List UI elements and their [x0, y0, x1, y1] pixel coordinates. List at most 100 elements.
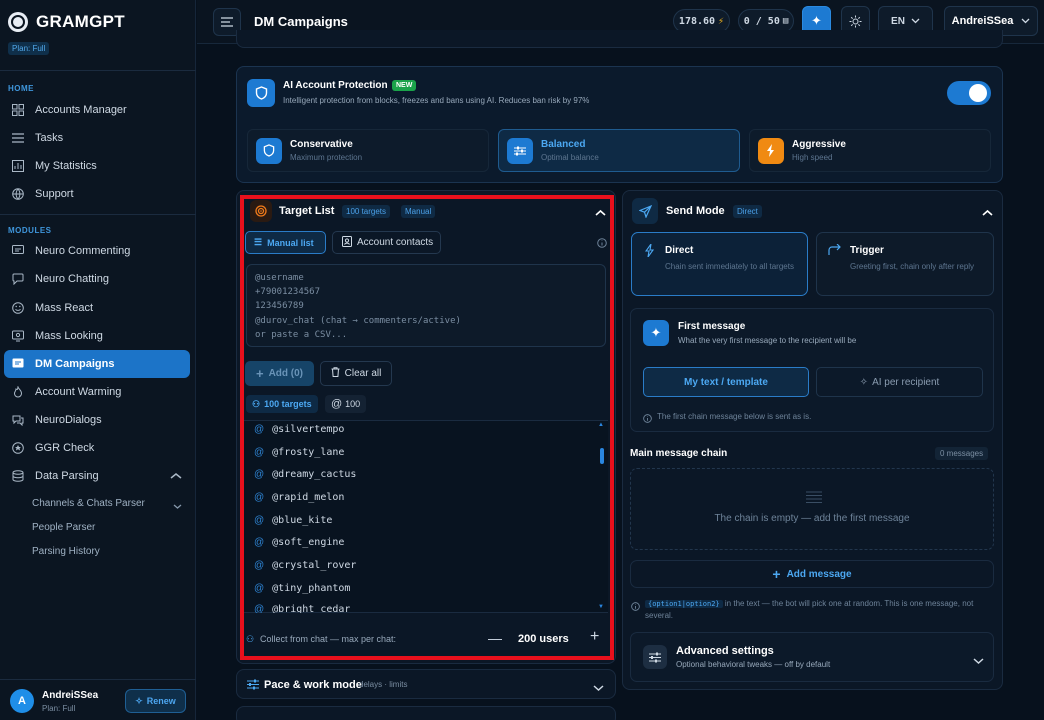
tab-my-text-template[interactable]: My text / template: [643, 367, 809, 397]
sidebar-item-label: Data Parsing: [35, 470, 99, 482]
sparkle-icon: ✧: [859, 376, 869, 388]
placeholder-line: @username: [255, 273, 304, 283]
lightning-icon: ⚡: [718, 15, 725, 27]
plus-icon: +: [255, 366, 264, 381]
tab-manual-list[interactable]: ☰ Manual list: [245, 231, 326, 254]
sidebar-item-neuro-commenting[interactable]: Neuro Commenting: [4, 237, 190, 265]
target-username: @crystal_rover: [272, 560, 357, 571]
chevron-up-icon[interactable]: [982, 206, 993, 220]
protection-toggle[interactable]: [947, 81, 991, 105]
sidebar-item-tasks[interactable]: Tasks: [4, 124, 190, 152]
sidebar-subitem-people-parser[interactable]: People Parser: [32, 522, 95, 533]
renew-button[interactable]: ✧ Renew: [125, 689, 186, 713]
protection-description: Intelligent protection from blocks, free…: [283, 96, 590, 105]
add-message-button[interactable]: + Add message: [630, 560, 994, 588]
sidebar-item-label: Tasks: [35, 132, 64, 144]
mode-title: Balanced: [541, 139, 586, 150]
plus-icon: +: [772, 566, 781, 582]
list-item[interactable]: @ @silvertempo: [254, 424, 344, 435]
tab-label: Manual list: [267, 237, 314, 248]
sidebar-item-label: Accounts Manager: [35, 104, 127, 116]
scrollbar-thumb[interactable]: [600, 448, 604, 464]
list-item[interactable]: @ @frosty_lane: [254, 447, 344, 458]
list-item[interactable]: @ @tiny_phantom: [254, 583, 350, 594]
pace-title: Pace & work mode: [264, 679, 362, 691]
avatar[interactable]: A: [10, 689, 34, 713]
sidebar-item-label: Mass React: [35, 302, 94, 314]
sidebar-subitem-parsing-history[interactable]: Parsing History: [32, 546, 100, 557]
send-icon: [632, 198, 658, 224]
sidebar-item-accounts-manager[interactable]: Accounts Manager: [4, 96, 190, 124]
targets-textarea[interactable]: @username +79001234567 123456789 @durov_…: [246, 264, 606, 347]
renew-label: Renew: [146, 696, 176, 706]
chip-label: 100: [345, 399, 361, 409]
chart-icon: [11, 159, 25, 173]
sidebar-item-neuro-chatting[interactable]: Neuro Chatting: [4, 265, 190, 293]
mode-option-balanced[interactable]: Balanced Optimal balance: [498, 129, 740, 172]
placeholder-line: or paste a CSV...: [255, 329, 348, 340]
sidebar-subitem-channels-parser[interactable]: Channels & Chats Parser: [32, 498, 145, 509]
list-item[interactable]: @ @soft_engine: [254, 537, 344, 548]
chevron-up-icon[interactable]: [170, 470, 182, 484]
list-item[interactable]: @ @crystal_rover: [254, 560, 356, 571]
send-mode-trigger[interactable]: Trigger Greeting first, chain only after…: [816, 232, 994, 296]
next-section-card: [236, 706, 616, 720]
sidebar-item-support[interactable]: Support: [4, 180, 190, 208]
at-icon: @: [254, 560, 265, 571]
info-icon[interactable]: [597, 237, 607, 251]
placeholder-line: +79001234567: [255, 287, 321, 298]
send-mode-direct[interactable]: Direct Chain sent immediately to all tar…: [631, 232, 808, 296]
comment-icon: [11, 244, 25, 258]
clear-all-button[interactable]: Clear all: [320, 361, 392, 386]
hint-code: {option1|option2}: [645, 600, 723, 608]
sidebar-item-neurodialogs[interactable]: NeuroDialogs: [4, 406, 190, 434]
tab-ai-per-recipient[interactable]: ✧ AI per recipient: [816, 367, 983, 397]
sun-icon: [849, 15, 862, 27]
chevron-up-icon[interactable]: [595, 206, 606, 220]
ai-protection-card: AI Account Protection NEW Intelligent pr…: [236, 66, 1003, 183]
advanced-settings-panel[interactable]: Advanced settings Optional behavioral tw…: [630, 632, 994, 682]
tab-account-contacts[interactable]: Account contacts: [332, 231, 441, 254]
mode-option-aggressive[interactable]: Aggressive High speed: [749, 129, 991, 172]
increment-button[interactable]: +: [590, 628, 599, 646]
list-item[interactable]: @ @rapid_melon: [254, 492, 344, 503]
sidebar-item-label: Neuro Commenting: [35, 245, 131, 257]
sidebar-item-data-parsing[interactable]: Data Parsing: [4, 462, 190, 490]
first-message-panel: ✦ First message What the very first mess…: [630, 308, 994, 432]
sparkle-icon: ✧: [135, 695, 143, 706]
sidebar-item-mass-react[interactable]: Mass React: [4, 294, 190, 322]
eye-icon: [11, 329, 25, 343]
logo[interactable]: GRAMGPT: [8, 12, 125, 32]
mode-title: Conservative: [290, 139, 353, 150]
at-icon: @: [254, 492, 265, 503]
scroll-down-icon[interactable]: ▼: [598, 604, 604, 610]
at-icon: @: [254, 604, 265, 613]
chevron-down-icon[interactable]: [173, 499, 182, 513]
button-label: Clear all: [344, 368, 382, 379]
mode-option-conservative[interactable]: Conservative Maximum protection: [247, 129, 489, 172]
list-item[interactable]: @ @blue_kite: [254, 515, 332, 526]
sidebar-item-label: DM Campaigns: [35, 358, 115, 370]
target-list-title: Target List: [279, 205, 335, 217]
target-username: @frosty_lane: [272, 447, 345, 458]
sidebar-item-dm-campaigns[interactable]: DM Campaigns: [4, 350, 190, 378]
button-label: Add message: [786, 568, 852, 580]
sidebar-item-label: Account Warming: [35, 386, 122, 398]
globe-icon: [11, 187, 25, 201]
users-icon: ⚇: [246, 634, 255, 644]
sidebar: GRAMGPT Plan: Full HOME Accounts Manager…: [0, 0, 196, 720]
sidebar-item-mass-looking[interactable]: Mass Looking: [4, 322, 190, 350]
sidebar-item-ggr-check[interactable]: GGR Check: [4, 434, 190, 462]
list-item[interactable]: @ @dreamy_cactus: [254, 469, 356, 480]
direct-title: Direct: [665, 245, 694, 256]
prev-section-card: [236, 30, 1003, 48]
sidebar-item-account-warming[interactable]: Account Warming: [4, 378, 190, 406]
add-targets-button[interactable]: + Add (0): [245, 361, 314, 386]
decrement-button[interactable]: —: [488, 630, 502, 646]
sidebar-item-my-statistics[interactable]: My Statistics: [4, 152, 190, 180]
list-item[interactable]: @ @bright_cedar: [254, 604, 350, 613]
trigger-subtitle: Greeting first, chain only after reply: [850, 262, 975, 271]
scroll-up-icon[interactable]: ▲: [598, 422, 604, 428]
chevron-down-icon: [1021, 18, 1030, 24]
pace-card[interactable]: Pace & work mode delays · limits: [236, 669, 616, 699]
